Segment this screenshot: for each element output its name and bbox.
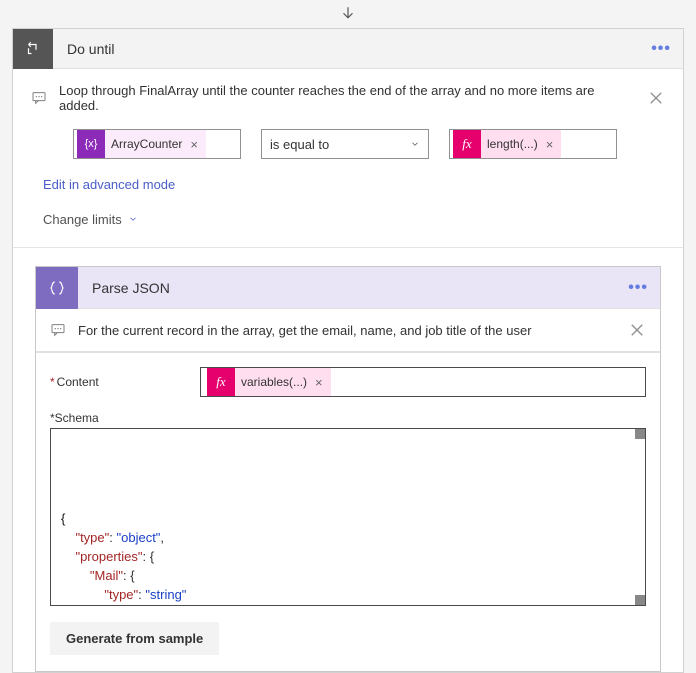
schema-textarea[interactable]: { "type": "object", "properties": { "Mai… — [50, 428, 646, 606]
expression-token-label: length(...) — [487, 137, 542, 151]
expression-token-label: variables(...) — [241, 375, 311, 389]
content-input[interactable]: fx variables(...) × — [200, 367, 646, 397]
do-until-comment-row: Loop through FinalArray until the counte… — [13, 69, 683, 123]
parse-json-comment-row: For the current record in the array, get… — [36, 309, 660, 352]
fx-icon: fx — [453, 130, 481, 158]
parse-json-header[interactable]: Parse JSON ••• — [36, 267, 660, 309]
more-menu-button[interactable]: ••• — [616, 279, 660, 297]
chevron-down-icon — [128, 212, 138, 227]
do-until-title: Do until — [53, 41, 114, 57]
flow-arrow-down — [0, 0, 696, 28]
scrollbar[interactable] — [635, 429, 645, 439]
condition-operator-label: is equal to — [270, 137, 329, 152]
close-comment-button[interactable] — [628, 321, 646, 339]
close-comment-button[interactable] — [647, 89, 665, 107]
variable-icon: {x} — [77, 130, 105, 158]
variable-token[interactable]: {x} ArrayCounter × — [77, 130, 206, 158]
condition-operator-dropdown[interactable]: is equal to — [261, 129, 429, 159]
condition-left-input[interactable]: {x} ArrayCounter × — [73, 129, 241, 159]
parse-json-card: Parse JSON ••• For the current record in… — [35, 266, 661, 672]
scrollbar[interactable] — [635, 595, 645, 605]
change-limits-label: Change limits — [43, 212, 122, 227]
expression-token[interactable]: fx length(...) × — [453, 130, 561, 158]
token-remove-button[interactable]: × — [542, 137, 554, 152]
comment-icon — [50, 322, 66, 338]
schema-label: *Schema — [50, 411, 646, 425]
do-until-header[interactable]: Do until ••• — [13, 29, 683, 69]
content-row: *Content fx variables(...) × — [50, 367, 646, 397]
edit-advanced-mode-link[interactable]: Edit in advanced mode — [43, 177, 175, 192]
comment-icon — [31, 90, 47, 106]
expression-token[interactable]: fx variables(...) × — [207, 368, 331, 396]
fx-icon: fx — [207, 368, 235, 396]
loop-icon — [13, 29, 53, 69]
token-remove-button[interactable]: × — [186, 137, 198, 152]
parse-json-title: Parse JSON — [78, 280, 170, 296]
token-remove-button[interactable]: × — [311, 375, 323, 390]
more-menu-button[interactable]: ••• — [639, 40, 683, 58]
generate-from-sample-button[interactable]: Generate from sample — [50, 622, 219, 655]
condition-right-input[interactable]: fx length(...) × — [449, 129, 617, 159]
do-until-card: Do until ••• Loop through FinalArray unt… — [12, 28, 684, 673]
variable-token-label: ArrayCounter — [111, 137, 186, 151]
content-label: *Content — [50, 375, 200, 389]
condition-row: {x} ArrayCounter × is equal to fx length… — [13, 123, 683, 159]
json-icon — [36, 267, 78, 309]
change-limits-toggle[interactable]: Change limits — [43, 212, 659, 227]
parse-json-comment-text: For the current record in the array, get… — [78, 323, 616, 338]
chevron-down-icon — [410, 137, 420, 152]
do-until-comment-text: Loop through FinalArray until the counte… — [59, 83, 635, 113]
divider — [13, 247, 683, 248]
